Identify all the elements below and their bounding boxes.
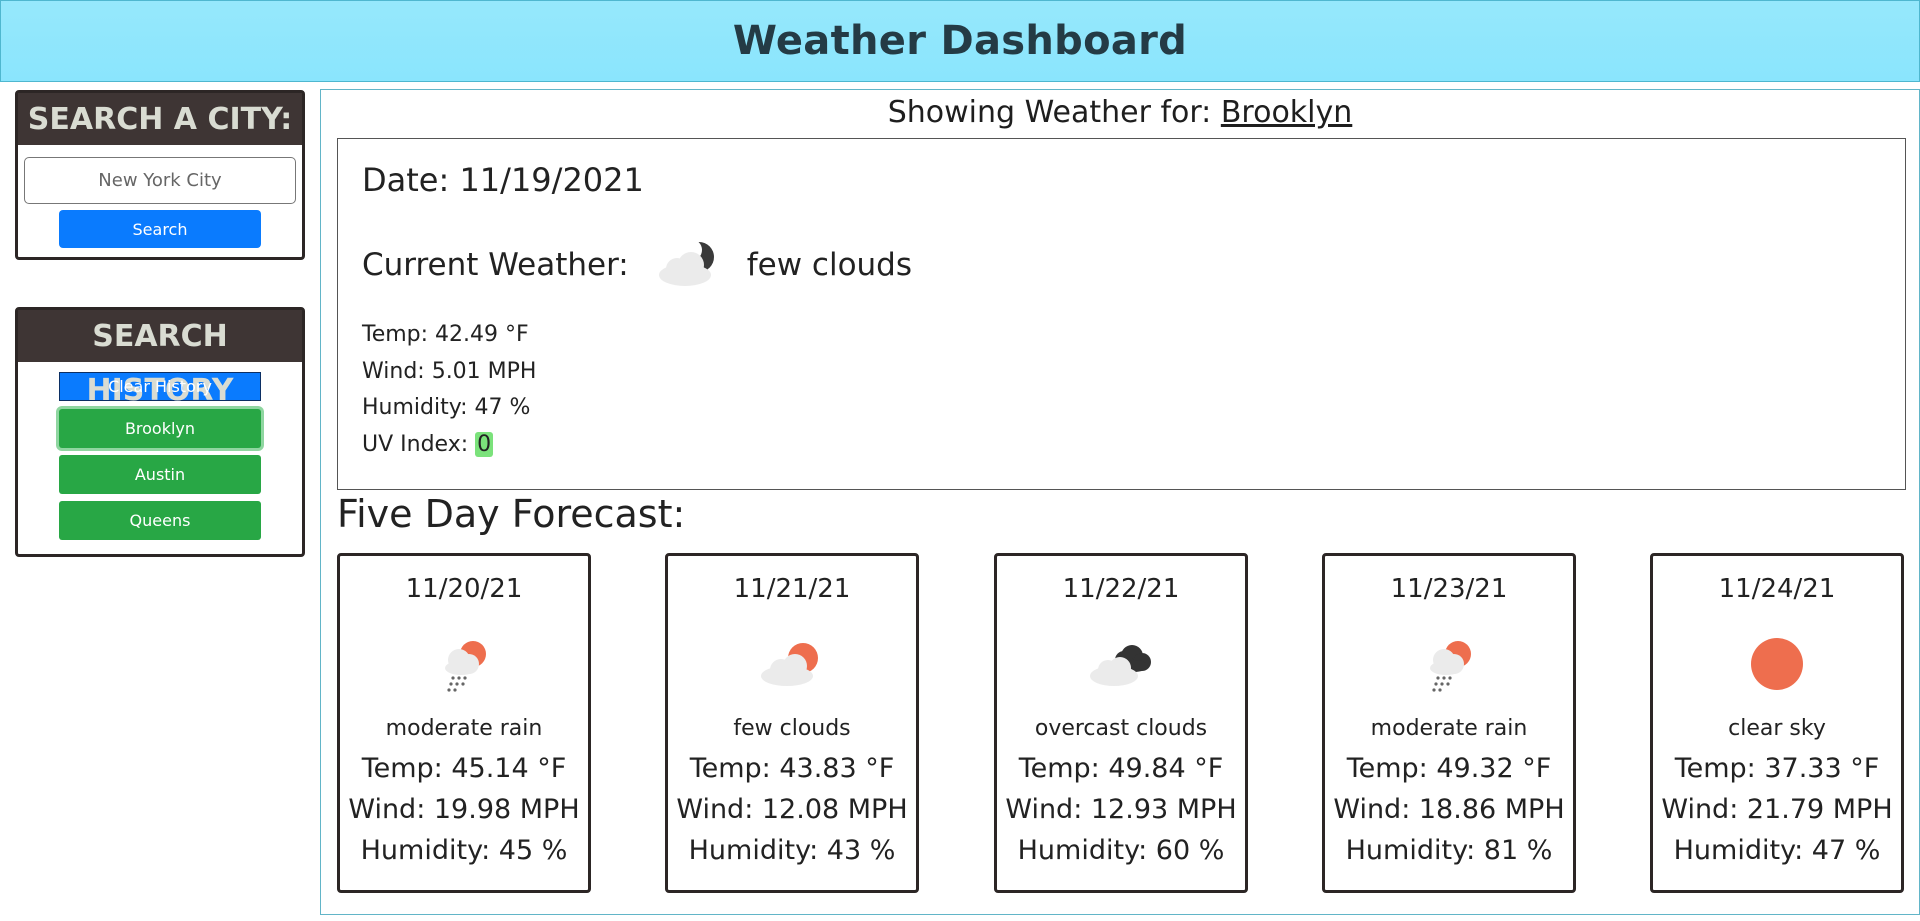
history-item-austin[interactable]: Austin [59, 455, 261, 494]
few-clouds-night-icon [653, 237, 723, 293]
forecast-wind: Wind: 12.08 MPH [676, 794, 908, 825]
weather-main: Showing Weather for: Brooklyn Date: 11/1… [320, 89, 1920, 915]
forecast-humidity: Humidity: 81 % [1345, 835, 1553, 866]
forecast-date: 11/21/21 [733, 574, 851, 604]
search-button[interactable]: Search [59, 210, 261, 248]
forecast-temp: Temp: 45.14 °F [361, 753, 567, 784]
forecast-cards: 11/20/21 moderate rain Temp: 45.14 °F Wi… [337, 553, 1906, 893]
forecast-card: 11/20/21 moderate rain Temp: 45.14 °F Wi… [337, 553, 591, 893]
search-history-title: SEARCH HISTORY [18, 310, 302, 408]
forecast-temp: Temp: 49.32 °F [1346, 753, 1552, 784]
forecast-description: moderate rain [385, 716, 543, 741]
current-stats: Temp: 42.49 °F Wind: 5.01 MPH Humidity: … [362, 317, 536, 463]
forecast-temp: Temp: 49.84 °F [1018, 753, 1224, 784]
clear-sky-icon [1742, 634, 1812, 694]
search-panel-title: SEARCH A CITY: [18, 93, 302, 145]
forecast-date: 11/23/21 [1390, 574, 1508, 604]
forecast-date: 11/20/21 [405, 574, 523, 604]
forecast-wind: Wind: 12.93 MPH [1005, 794, 1237, 825]
uv-index-label: UV Index: [362, 431, 469, 457]
forecast-wind: Wind: 21.79 MPH [1661, 794, 1893, 825]
forecast-wind: Wind: 19.98 MPH [348, 794, 580, 825]
current-humidity: Humidity: 47 % [362, 395, 531, 420]
forecast-humidity: Humidity: 43 % [688, 835, 896, 866]
forecast-temp: Temp: 37.33 °F [1674, 753, 1880, 784]
forecast-card: 11/24/21 clear sky Temp: 37.33 °F Wind: … [1650, 553, 1904, 893]
app-header: Weather Dashboard [0, 0, 1920, 82]
current-date: Date: 11/19/2021 [362, 161, 644, 199]
few-clouds-icon [757, 634, 827, 694]
rain-icon [1414, 634, 1484, 694]
current-weather-label: Current Weather: [362, 247, 629, 283]
forecast-description: moderate rain [1370, 716, 1528, 741]
forecast-humidity: Humidity: 60 % [1017, 835, 1225, 866]
rain-icon [429, 634, 499, 694]
current-wind: Wind: 5.01 MPH [362, 358, 537, 384]
current-city-name: Brooklyn [1220, 95, 1353, 130]
forecast-description: few clouds [733, 716, 851, 741]
city-search-input[interactable] [24, 157, 296, 204]
forecast-humidity: Humidity: 45 % [360, 835, 568, 866]
showing-weather-heading: Showing Weather for: Brooklyn [321, 90, 1919, 136]
search-panel: SEARCH A CITY: Search [15, 90, 305, 260]
showing-label: Showing Weather for: [887, 95, 1212, 130]
forecast-humidity: Humidity: 47 % [1673, 835, 1881, 866]
history-item-queens[interactable]: Queens [59, 501, 261, 540]
forecast-wind: Wind: 18.86 MPH [1333, 794, 1565, 825]
forecast-card: 11/21/21 few clouds Temp: 43.83 °F Wind:… [665, 553, 919, 893]
forecast-temp: Temp: 43.83 °F [689, 753, 895, 784]
forecast-card: 11/23/21 moderate rain Temp: 49.32 °F Wi… [1322, 553, 1576, 893]
forecast-card: 11/22/21 overcast clouds Temp: 49.84 °F … [994, 553, 1248, 893]
uv-index-badge: 0 [475, 431, 494, 457]
forecast-date: 11/24/21 [1718, 574, 1836, 604]
app-title: Weather Dashboard [732, 18, 1188, 64]
overcast-clouds-icon [1086, 634, 1156, 694]
current-uv-row: UV Index: 0 [362, 427, 536, 464]
current-weather-description: few clouds [746, 247, 913, 283]
forecast-description: clear sky [1728, 716, 1826, 741]
current-weather-card: Date: 11/19/2021 Current Weather: few cl… [337, 138, 1906, 490]
forecast-description: overcast clouds [1034, 716, 1208, 741]
search-history-panel: SEARCH HISTORY Clear History Brooklyn Au… [15, 307, 305, 557]
current-temp: Temp: 42.49 °F [362, 322, 529, 347]
five-day-forecast-title: Five Day Forecast: [337, 492, 686, 536]
current-weather-row: Current Weather: few clouds [362, 235, 912, 295]
forecast-date: 11/22/21 [1062, 574, 1180, 604]
